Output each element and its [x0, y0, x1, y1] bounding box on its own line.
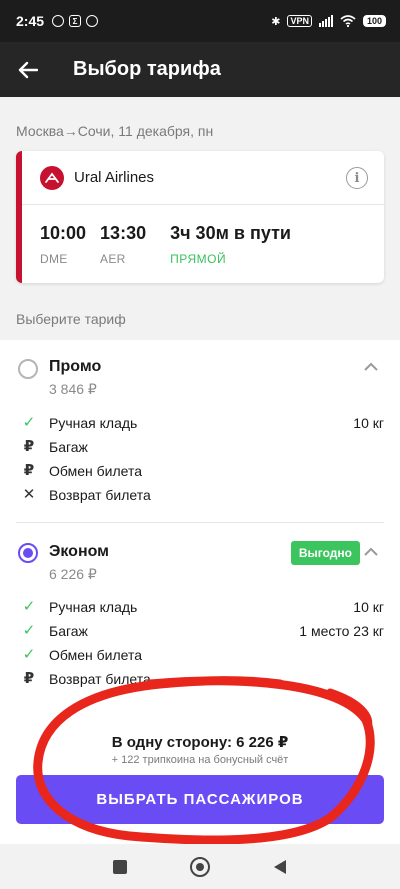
departure-airport: DME	[40, 252, 68, 266]
tariff-name: Эконом	[49, 543, 110, 560]
back-triangle-icon[interactable]	[268, 855, 292, 879]
feature-row: ₽ Возврат билета	[0, 669, 400, 691]
tariff-price: 3 846 ₽	[49, 381, 97, 397]
chevron-up-icon[interactable]	[364, 362, 378, 372]
feature-row: ✓ Ручная кладь 10 кг	[0, 597, 400, 619]
sigma-app-icon: Σ	[69, 15, 82, 27]
bonus-note: + 122 трипкоина на бонусный счёт	[111, 754, 289, 766]
profitable-badge: Выгодно	[290, 541, 360, 565]
check-icon: ✓	[22, 598, 36, 615]
ural-airlines-logo-icon	[40, 165, 64, 190]
page-title: Выбор тарифа	[73, 58, 221, 80]
choose-tariff-label: Выберите тариф	[16, 311, 126, 327]
shield-icon	[52, 15, 65, 27]
feature-row: ₽ Обмен билета	[0, 461, 400, 483]
check-icon: ✓	[22, 622, 36, 639]
tariff-econom-radio[interactable]	[18, 543, 38, 563]
system-nav-bar	[0, 844, 400, 889]
tariff-name: Промо	[49, 358, 102, 375]
check-icon: ✓	[22, 414, 36, 431]
chevron-up-icon[interactable]	[364, 547, 378, 557]
wifi-icon	[340, 15, 356, 27]
arrival-airport: AER	[100, 252, 126, 266]
one-way-price: В одну сторону: 6 226 ₽	[111, 734, 289, 751]
signal-icon	[318, 15, 333, 27]
feature-row: ✓ Багаж 1 место 23 кг	[0, 621, 400, 643]
departure-time: 10:00	[40, 223, 87, 243]
direct-flight-label: ПРЯМОЙ	[170, 252, 227, 266]
status-bar: 2:45 Σ ✱ VPN 100	[0, 0, 400, 42]
vpn-icon: VPN	[287, 15, 312, 27]
feature-row: ✓ Обмен билета	[0, 645, 400, 667]
cross-icon: ✕	[22, 486, 36, 503]
airline-name: Ural Airlines	[74, 169, 155, 186]
feature-row: ✕ Возврат билета	[0, 485, 400, 507]
ruble-icon: ₽	[23, 462, 35, 479]
summary-panel: В одну сторону: 6 226 ₽ + 122 трипкоина …	[0, 709, 400, 844]
choose-passengers-button[interactable]: ВЫБРАТЬ ПАССАЖИРОВ	[16, 775, 384, 824]
ruble-icon: ₽	[23, 670, 35, 687]
bluetooth-icon: ✱	[271, 15, 281, 28]
info-icon[interactable]: i	[346, 167, 368, 189]
flight-duration: 3ч 30м в пути	[170, 223, 291, 243]
feature-row: ✓ Ручная кладь 10 кг	[0, 413, 400, 435]
app-bar: Выбор тарифа	[0, 42, 400, 97]
status-time: 2:45	[16, 13, 45, 29]
feature-row: ₽ Багаж	[0, 437, 400, 459]
tariff-price: 6 226 ₽	[49, 566, 97, 582]
check-icon: ✓	[22, 646, 36, 663]
flight-card: Ural Airlines i 10:00 DME 13:30 AER 3ч 3…	[16, 151, 384, 283]
tariff-promo-radio[interactable]	[18, 359, 38, 379]
ruble-icon: ₽	[23, 438, 35, 455]
home-icon[interactable]	[188, 855, 212, 879]
security-icon	[86, 15, 99, 27]
route-summary: Москва→Сочи, 11 декабря, пн	[16, 123, 214, 139]
divider	[16, 522, 384, 523]
flight-card-header: Ural Airlines	[22, 151, 384, 205]
recents-icon[interactable]	[108, 855, 132, 879]
arrival-time: 13:30	[100, 223, 147, 243]
battery-icon: 100	[362, 15, 386, 27]
back-arrow-icon[interactable]	[0, 42, 56, 97]
